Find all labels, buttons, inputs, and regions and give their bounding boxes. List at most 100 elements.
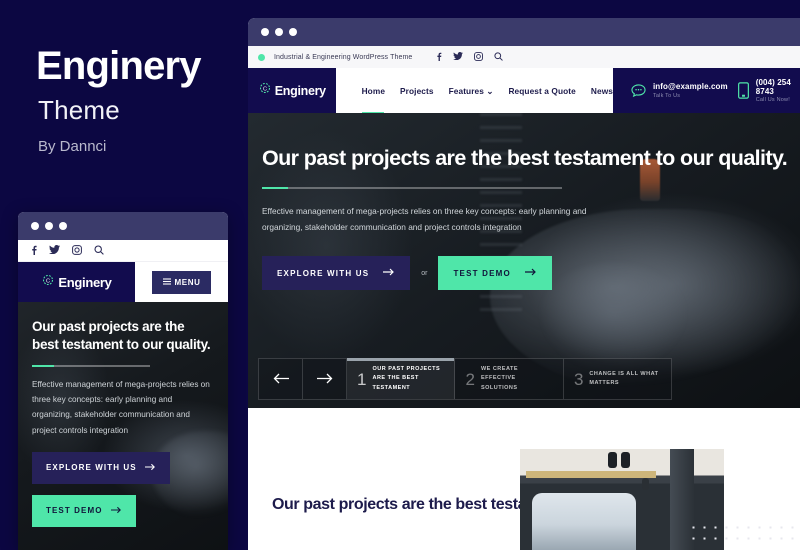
mobile-preview-mockup: C Enginery MENU Our past projects are th… [18,212,228,550]
mobile-topbar [18,240,228,262]
desktop-logo-text: Enginery [274,83,326,98]
nav-item-features[interactable]: Features ⌄ [449,86,494,96]
svg-text:C: C [263,86,267,92]
slider-thumb-1[interactable]: 1 OUR PAST PROJECTS ARE THE BEST TESTAME… [347,358,456,399]
image-bolt [621,452,630,468]
slider-thumb-3[interactable]: 3 CHANGE IS ALL WHAT MATTERS [564,359,671,399]
contact-email-value: info@example.com [652,82,728,92]
topbar-social-links [434,51,504,63]
svg-text:C: C [46,278,50,284]
mobile-logo[interactable]: C Enginery [18,262,135,302]
mobile-hero-heading: Our past projects are the best testament… [32,319,211,352]
gear-c-icon: C [258,81,272,100]
test-demo-label: TEST DEMO [453,268,511,278]
mobile-window-chrome [18,212,228,240]
instagram-icon[interactable] [72,244,82,257]
mobile-explore-button[interactable]: EXPLORE WITH US [32,451,170,484]
site-tagline: Industrial & Engineering WordPress Theme [274,53,413,61]
desktop-window-chrome [248,18,800,46]
arrow-right-icon [524,268,537,278]
arrow-right-icon [144,463,156,473]
hamburger-icon [162,277,171,287]
chat-bubble-icon [631,83,646,98]
mobile-logo-text: Enginery [58,274,112,290]
contact-email-label: Talk To Us [652,92,681,99]
window-dot-close[interactable] [261,28,269,36]
arrow-right-icon [110,506,122,516]
hero-paragraph: Effective management of mega-projects re… [262,206,587,233]
nav-item-request-a-quote[interactable]: Request a Quote [508,86,575,96]
window-dot-maximize[interactable] [289,28,297,36]
mobile-header: C Enginery MENU [18,262,228,302]
mobile-hero-paragraph: Effective management of mega-projects re… [32,380,210,435]
gear-c-icon: C [41,273,55,292]
mobile-test-demo-button[interactable]: TEST DEMO [32,494,136,527]
nav-item-news[interactable]: News [591,86,613,96]
status-dot-icon [258,53,265,61]
slider-thumb-2[interactable]: 2 WE CREATE EFFECTIVE SOLUTIONS [455,359,564,399]
twitter-icon[interactable] [49,245,60,256]
window-dot-close[interactable] [31,222,39,230]
hero-heading: Our past projects are the best testament… [262,146,788,170]
slider-thumb-1-title: OUR PAST PROJECTS ARE THE BEST TESTAMENT [372,365,441,391]
hero-divider [262,187,562,190]
contact-phone-label: Call Us Now! [755,97,790,104]
header-contact-block: info@example.com Talk To Us (004) 254 87… [612,68,800,113]
window-dot-minimize[interactable] [45,222,53,230]
chevron-down-icon: ⌄ [483,85,494,96]
search-icon[interactable] [494,51,504,63]
mobile-phone-icon [737,82,749,99]
mobile-test-demo-label: TEST DEMO [46,506,103,516]
search-icon[interactable] [94,244,104,257]
nav-item-features-label: Features [448,85,484,96]
contact-phone-value: (004) 254 8743 [755,77,791,96]
window-dot-maximize[interactable] [59,222,67,230]
slider-prev-button[interactable] [259,359,303,399]
author-byline: By Dannci [38,138,107,155]
nav-item-home[interactable]: Home [362,86,385,96]
image-window [532,493,636,550]
desktop-topbar: Industrial & Engineering WordPress Theme [248,46,800,68]
facebook-icon[interactable] [31,245,37,257]
desktop-hero-slider: Our past projects are the best testament… [248,113,800,408]
image-bolt [642,478,649,490]
desktop-logo[interactable]: C Enginery [248,68,336,113]
instagram-icon[interactable] [474,51,484,63]
page-subtitle: Theme [38,95,120,125]
below-hero-section: Our past projects are the best testament… [248,408,800,550]
facebook-icon[interactable] [436,52,442,63]
contact-phone[interactable]: (004) 254 8743 Call Us Now! [737,77,800,104]
arrow-left-icon [273,372,289,387]
contact-email[interactable]: info@example.com Talk To Us [631,82,728,99]
test-demo-button[interactable]: TEST DEMO [438,256,552,291]
image-beam [526,471,656,478]
window-dot-minimize[interactable] [275,28,283,36]
slider-thumb-2-number: 2 [465,369,475,389]
slider-thumb-2-title: WE CREATE EFFECTIVE SOLUTIONS [480,365,519,391]
mobile-hero: Our past projects are the best testament… [18,302,228,550]
slider-thumb-1-number: 1 [357,369,367,389]
arrow-right-icon [383,268,395,278]
desktop-preview-mockup: Industrial & Engineering WordPress Theme [248,18,800,550]
decorative-dot-pattern [688,522,800,548]
slider-next-button[interactable] [303,359,347,399]
twitter-icon[interactable] [453,51,464,63]
explore-with-us-button[interactable]: EXPLORE WITH US [262,256,411,291]
main-navigation: Home Projects Features ⌄ Request a Quote… [335,68,613,115]
mobile-menu-button[interactable]: MENU [151,270,212,294]
hero-cta-group: EXPLORE WITH US or TEST DEMO [262,256,800,291]
mobile-hero-divider [32,365,150,368]
arrow-right-icon [316,372,333,387]
mobile-menu-label: MENU [174,277,201,287]
slider-navigation: 1 OUR PAST PROJECTS ARE THE BEST TESTAME… [258,358,673,400]
nav-item-projects[interactable]: Projects [400,86,434,96]
explore-with-us-label: EXPLORE WITH US [277,268,370,278]
page-title: Enginery [36,44,202,88]
promo-panel: Enginery Theme By Dannci C Enginery MENU… [0,0,248,550]
cta-or-label: or [421,269,428,277]
slider-thumb-3-number: 3 [573,369,584,389]
desktop-site-header: C Enginery Home Projects Features ⌄ Requ… [248,68,800,115]
slider-thumb-3-title: CHANGE IS ALL WHAT MATTERS [589,370,659,386]
mobile-menu-zone: MENU [135,262,228,302]
mobile-explore-label: EXPLORE WITH US [46,463,137,473]
